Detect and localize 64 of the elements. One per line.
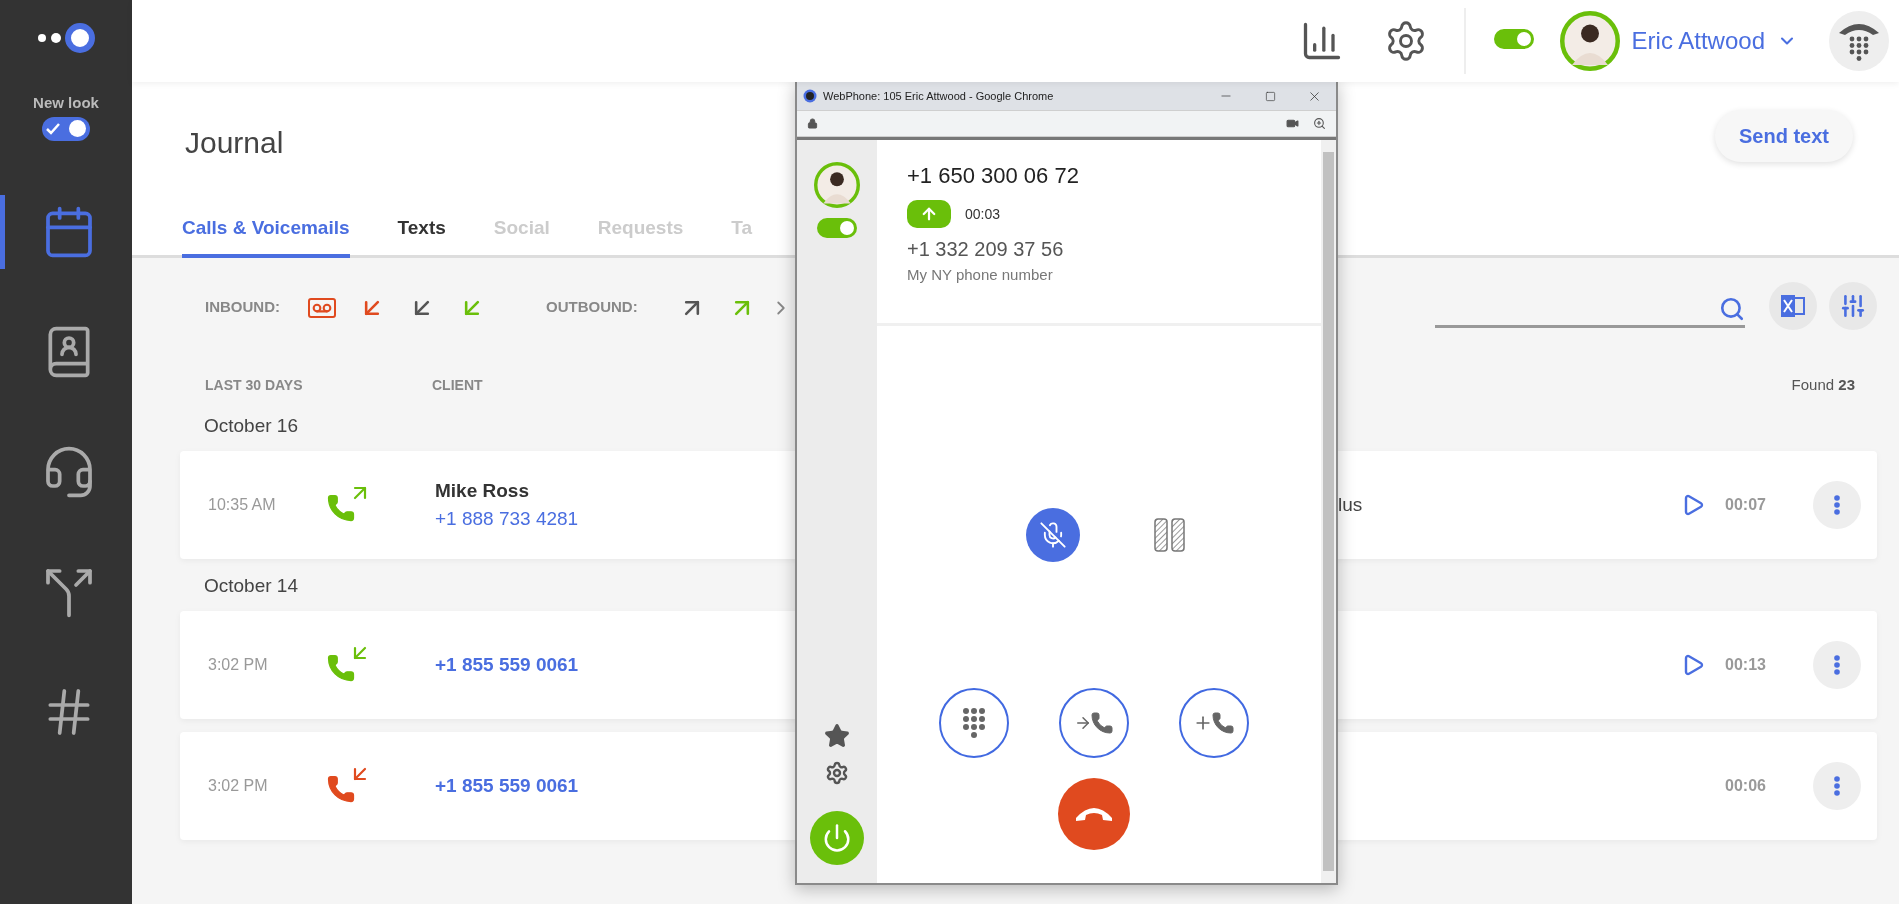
send-text-button[interactable]: Send text: [1714, 109, 1853, 162]
call-time: 3:02 PM: [208, 655, 269, 675]
filter-settings-button[interactable]: [1829, 282, 1877, 330]
remote-number: +1 650 300 06 72: [907, 162, 1080, 190]
check-icon: [46, 122, 60, 135]
client-phone[interactable]: +1 888 733 4281: [435, 505, 579, 534]
outbound-label: OUTBOUND:: [546, 296, 638, 317]
availability-toggle[interactable]: [817, 218, 857, 238]
call-note: lus: [1338, 492, 1364, 517]
camera-icon[interactable]: [1286, 117, 1299, 130]
column-header: CLIENT: [432, 375, 483, 395]
more-icon: [1834, 776, 1840, 796]
avatar: [814, 162, 860, 208]
client-phone[interactable]: +1 855 559 0061: [435, 771, 579, 801]
page-title: Journal: [185, 125, 284, 161]
call-timer: 00:03: [965, 204, 1001, 224]
hang-up-icon: [1075, 806, 1113, 822]
date-heading: October 14: [204, 574, 299, 598]
client-phone[interactable]: +1 855 559 0061: [435, 650, 579, 680]
excel-export-button[interactable]: [1769, 282, 1817, 330]
more-button[interactable]: [1813, 641, 1861, 689]
dialpad-button[interactable]: [939, 688, 1009, 758]
add-call-button[interactable]: [1179, 688, 1249, 758]
mic-off-icon: [1039, 521, 1067, 549]
date-heading: October 16: [204, 414, 299, 438]
call-time: 3:02 PM: [208, 776, 269, 796]
line-number: +1 332 209 37 56: [907, 237, 1065, 262]
lock-icon: [807, 118, 818, 129]
browser-icon: [803, 89, 817, 103]
call-duration: 00:06: [1725, 776, 1767, 796]
more-icon: [1834, 655, 1840, 675]
new-look-label: New look: [33, 93, 99, 113]
call-time: 10:35 AM: [208, 495, 277, 515]
search-icon: [1719, 295, 1745, 322]
tab[interactable]: Calls & Voicemails: [182, 213, 350, 258]
call-duration: 00:07: [1725, 495, 1767, 515]
mute-button[interactable]: [1026, 508, 1080, 562]
window-title: WebPhone: 105 Eric Attwood - Google Chrome: [823, 88, 1055, 104]
column-header: LAST 30 DAYS: [205, 375, 304, 395]
call-duration: 00:13: [1725, 655, 1767, 675]
hold-icon[interactable]: [1152, 518, 1186, 552]
settings-icon[interactable]: [825, 761, 849, 785]
star-icon[interactable]: [824, 723, 850, 749]
more-icon: [1834, 495, 1840, 515]
client-name: Mike Ross: [435, 478, 529, 503]
status-toggle[interactable]: [1493, 29, 1534, 49]
voicemail-icon[interactable]: [308, 298, 336, 318]
avatar: [1559, 11, 1620, 71]
transfer-button[interactable]: [1059, 688, 1129, 758]
zoom-icon[interactable]: [1313, 117, 1326, 130]
power-button[interactable]: [810, 811, 864, 865]
more-button[interactable]: [1813, 762, 1861, 810]
dialpad-icon: [960, 706, 988, 740]
sliders-icon: [1840, 293, 1866, 319]
power-icon: [822, 823, 852, 853]
spreadsheet-icon: [1780, 294, 1806, 318]
inbound-label: INBOUND:: [205, 296, 280, 317]
line-label: My NY phone number: [907, 265, 1054, 285]
found-count: Found 23: [1791, 374, 1855, 395]
user-menu[interactable]: Eric Attwood: [1631, 23, 1797, 59]
tab[interactable]: Texts: [397, 213, 446, 258]
maximize-icon: [1264, 90, 1276, 102]
more-button[interactable]: [1813, 481, 1861, 529]
new-look-toggle[interactable]: [42, 116, 90, 141]
